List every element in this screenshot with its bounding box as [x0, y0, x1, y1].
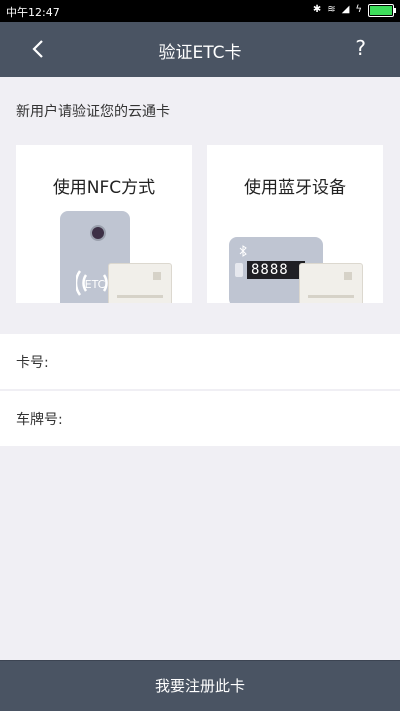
register-card-button[interactable]: 我要注册此卡 — [0, 660, 400, 711]
card-number-row: 卡号: — [0, 334, 400, 389]
device-slot — [235, 263, 243, 277]
plate-number-label: 车牌号: — [16, 412, 63, 428]
wifi-icon: ≋ — [327, 4, 336, 15]
page-title: 验证ETC卡 — [158, 43, 242, 63]
instruction-text: 新用户请验证您的云通卡 — [16, 104, 170, 120]
signal-icon: ◢ — [341, 4, 350, 15]
card-number-label: 卡号: — [16, 355, 49, 371]
status-time: 中午12:47 — [6, 6, 60, 19]
plate-number-input[interactable] — [86, 403, 384, 435]
camera-icon — [90, 225, 106, 241]
card-number-input[interactable] — [86, 346, 384, 378]
battery-icon — [368, 3, 396, 17]
help-button[interactable]: ? — [355, 36, 366, 60]
etc-card-illustration — [299, 263, 363, 303]
header-bar: 验证ETC卡 ? — [0, 22, 400, 77]
bluetooth-option-card[interactable]: 使用蓝牙设备 8888 — [207, 145, 383, 303]
bluetooth-icon — [239, 245, 247, 257]
status-bar: 中午12:47 ✱ ≋ ◢ ϟ — [0, 0, 400, 22]
etc-mark-label: ETC — [85, 278, 106, 291]
bluetooth-icon: ✱ — [312, 4, 322, 15]
bluetooth-option-title: 使用蓝牙设备 — [244, 178, 346, 198]
nfc-option-title: 使用NFC方式 — [52, 178, 156, 198]
plate-number-row: 车牌号: — [0, 391, 400, 446]
etc-card-illustration — [108, 263, 172, 303]
device-display: 8888 — [247, 261, 305, 279]
charging-icon: ϟ — [355, 4, 362, 15]
nfc-option-card[interactable]: 使用NFC方式 ETC — [16, 145, 192, 303]
status-icons: ✱ ≋ ◢ ϟ — [312, 3, 396, 17]
